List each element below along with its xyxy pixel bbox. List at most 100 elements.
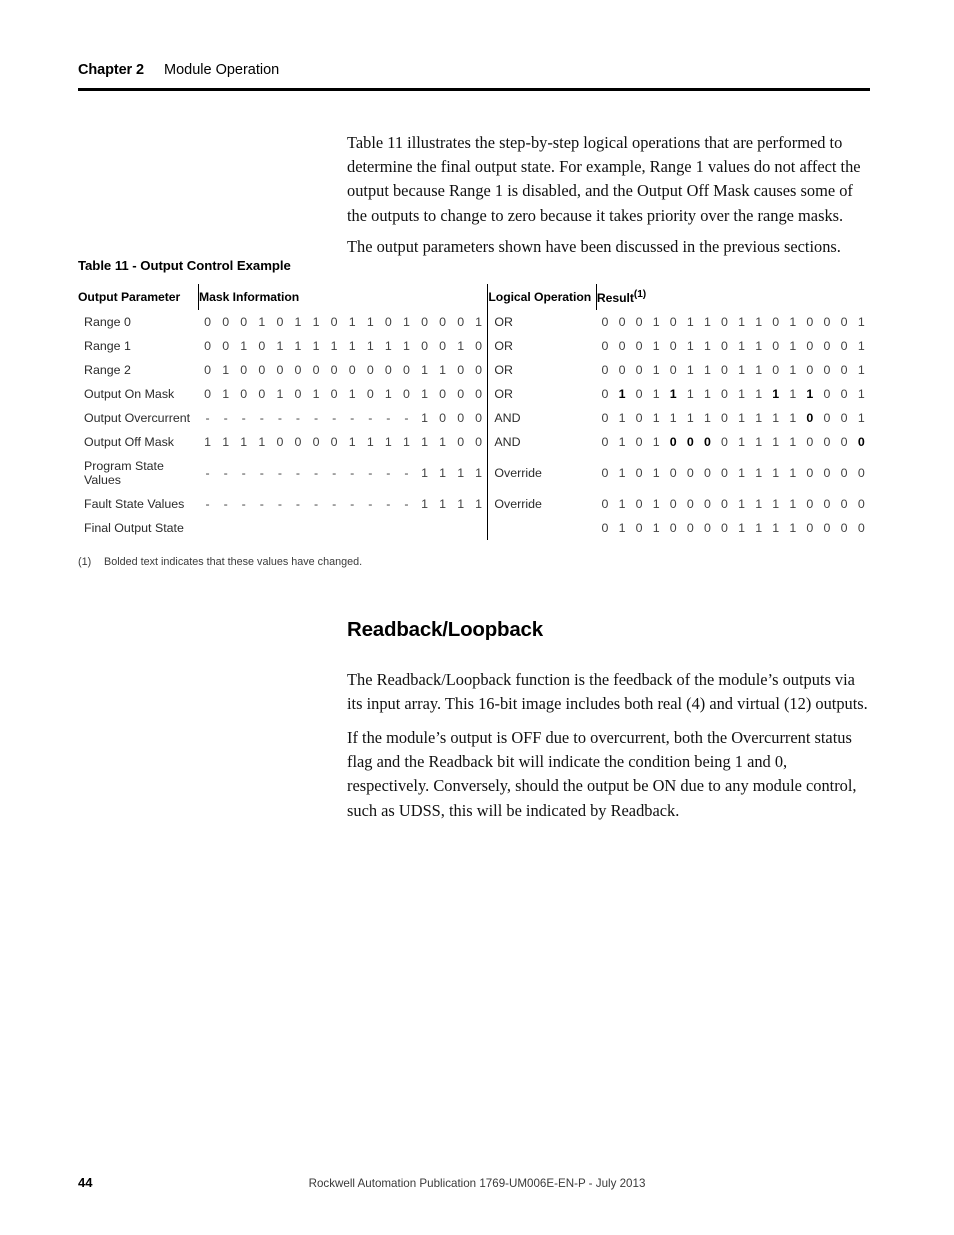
cell-result-bit: 1: [755, 521, 763, 535]
cell-mask-bit: 0: [258, 339, 266, 353]
cell-mask-bit: -: [259, 411, 264, 425]
cell-mask-bit: -: [350, 466, 355, 480]
cell-result-bit: 0: [823, 435, 831, 449]
cell-result-bit: 0: [721, 387, 728, 401]
cell-mask-bit: 1: [439, 435, 447, 449]
cell-result-bit: 0: [840, 435, 848, 449]
cell-result-bit: 1: [652, 497, 660, 511]
cell-output-parameter: Range 1: [84, 339, 131, 353]
cell-result-bit: 1: [755, 363, 763, 377]
cell-result-bit: 0: [806, 466, 814, 480]
cell-result-bit: 1: [857, 339, 865, 353]
cell-result-bit: 1: [652, 339, 660, 353]
cell-result-bit: 0: [635, 466, 643, 480]
cell-mask-bit: 1: [258, 435, 266, 449]
cell-mask-bit: 0: [276, 315, 284, 329]
cell-result-bit: 0: [823, 466, 831, 480]
page-header: Chapter 2 Module Operation: [78, 62, 870, 78]
cell-result-bit: 1: [686, 363, 694, 377]
cell-mask-bit: 1: [475, 466, 483, 480]
cell-mask-bit: -: [223, 411, 228, 425]
chapter-label: Chapter 2: [78, 62, 144, 78]
cell-mask-bit: -: [332, 466, 337, 480]
cell-mask-bit: 1: [457, 497, 465, 511]
cell-mask-bit: 0: [457, 411, 465, 425]
cell-result-bit: 0: [669, 363, 677, 377]
cell-output-parameter: Fault State Values: [84, 497, 185, 511]
cell-mask-bit: -: [205, 411, 210, 425]
cell-result-bit: 0: [635, 339, 643, 353]
cell-result-bit: 0: [618, 315, 626, 329]
cell-mask-bit: 0: [366, 363, 374, 377]
cell-mask-bit: 0: [312, 435, 320, 449]
cell-mask-bit: 1: [348, 315, 356, 329]
cell-result-bit: 0: [635, 387, 643, 401]
cell-result-bit: 0: [823, 411, 831, 425]
cell-mask-bit: 0: [439, 387, 447, 401]
cell-mask-bit: 1: [240, 339, 248, 353]
cell-result-bit: 1: [772, 521, 780, 535]
cell-result-bit: 1: [652, 435, 660, 449]
cell-mask-bit: 0: [439, 339, 447, 353]
cell-result-bit: 0: [601, 363, 609, 377]
table-body: Range 0 0 0 0 1 0 1 1 0 1 1 0 1 0 0 0 1 OR 0 0 0 1 0 1 1 0 1 1 0 1 0 0 0…: [78, 310, 870, 540]
table-row: Output Off Mask 1 1 1 1 0 0 0 0 1 1 1 1 1 1 0 0 AND 0 1 0 1 0 0…: [78, 430, 870, 454]
cell-mask-bit: 1: [402, 435, 410, 449]
cell-mask-bit: [470, 516, 488, 540]
cell-result-bit: 1: [703, 363, 711, 377]
cell-logical-operation: AND: [487, 430, 597, 454]
cell-mask-bit: [343, 516, 361, 540]
cell-mask-bit: -: [404, 466, 409, 480]
cell-result-bit: 0: [806, 363, 814, 377]
cell-result-bit: 1: [652, 466, 660, 480]
cell-result-bit: 0: [703, 466, 711, 480]
cell-mask-bit: 1: [294, 339, 302, 353]
cell-mask-bit: -: [404, 411, 409, 425]
cell-mask-bit: 0: [258, 387, 266, 401]
cell-mask-bit: 1: [439, 466, 447, 480]
cell-result-bit: 0: [857, 497, 865, 511]
cell-mask-bit: 1: [312, 315, 320, 329]
cell-logical-operation: OR: [487, 310, 597, 334]
cell-result-bit: 1: [652, 521, 660, 535]
cell-mask-bit: 1: [330, 339, 338, 353]
cell-result-bit: 0: [806, 435, 814, 449]
cell-mask-bit: 1: [294, 315, 302, 329]
cell-mask-bit: 0: [240, 363, 248, 377]
cell-mask-bit: 1: [457, 339, 465, 353]
cell-result-bit: 1: [857, 363, 865, 377]
table-row: Output Overcurrent - - - - - - - - - - - -1 0 0 0 AND 0 1 0…: [78, 406, 870, 430]
cell-output-parameter: Range 2: [84, 363, 131, 377]
readback-paragraph-2: If the module’s output is OFF due to ove…: [347, 728, 857, 820]
cell-mask-bit: 1: [348, 435, 356, 449]
cell-mask-bit: 0: [421, 315, 428, 329]
cell-output-parameter: Program State Values: [84, 459, 164, 487]
cell-mask-bit: 0: [204, 315, 212, 329]
cell-mask-bit: 0: [330, 363, 338, 377]
cell-result-bit: 0: [669, 466, 677, 480]
table-row: Final Output State 0 1 0 1 0 0 0 0 1 1 1 1 0 0 0 0: [78, 516, 870, 540]
cell-logical-operation: OR: [487, 334, 597, 358]
cell-mask-bit: 0: [457, 435, 465, 449]
cell-result-bit: 1: [772, 435, 780, 449]
cell-result-bit: 0: [669, 339, 677, 353]
cell-result-bit: 0: [721, 339, 728, 353]
cell-mask-bit: 1: [222, 363, 230, 377]
cell-mask-bit: 0: [475, 363, 483, 377]
cell-result-bit: 1: [686, 411, 694, 425]
cell-result-bit: 1: [789, 521, 797, 535]
cell-mask-bit: -: [350, 411, 355, 425]
cell-result-bit: 1: [652, 411, 660, 425]
cell-result-bit: 0: [618, 339, 626, 353]
cell-result-bit: 0: [772, 339, 780, 353]
cell-mask-bit: -: [277, 411, 282, 425]
cell-mask-bit: 1: [276, 339, 284, 353]
cell-result-bit: 1: [755, 339, 763, 353]
cell-result-bit: 0: [772, 363, 780, 377]
cell-mask-bit: [217, 516, 235, 540]
cell-mask-bit: 0: [384, 315, 392, 329]
cell-mask-bit: [397, 516, 415, 540]
cell-result-bit: 0: [601, 521, 609, 535]
cell-result-bit: 0: [840, 411, 848, 425]
cell-mask-bit: 0: [402, 387, 410, 401]
